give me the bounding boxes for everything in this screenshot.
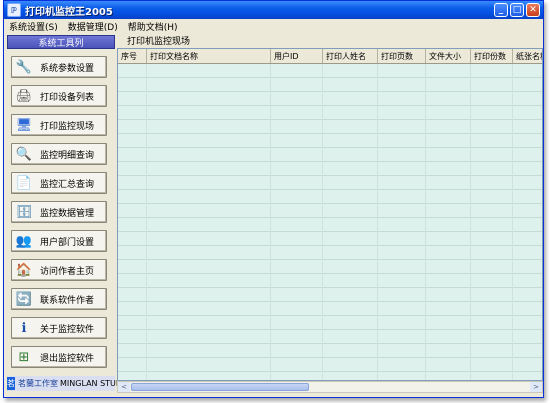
grid-column-divider xyxy=(512,64,513,380)
sidebar-button-label: 访问作者主页 xyxy=(40,266,95,277)
sidebar-button-label: 监控明细查询 xyxy=(40,150,95,161)
home-icon: 🏠 xyxy=(15,262,33,278)
sidebar-button-contact-author[interactable]: 🔄 联系软件作者 xyxy=(11,288,107,310)
sidebar-button-label: 打印监控现场 xyxy=(40,121,95,132)
maximize-button[interactable]: □ xyxy=(510,3,524,17)
grid-column-divider xyxy=(377,64,378,380)
menu-bar: 系统设置(S) 数据管理(D) 帮助文档(H) xyxy=(4,19,543,33)
exit-icon: ⊞ xyxy=(18,349,30,365)
menu-help[interactable]: 帮助文档(H) xyxy=(123,20,183,33)
info-icon: ℹ xyxy=(21,320,27,336)
sidebar-button-label: 联系软件作者 xyxy=(40,295,95,306)
database-icon: 🗄 xyxy=(15,204,33,220)
printer-app-icon[interactable]: ℙ xyxy=(7,3,21,17)
grid-body[interactable] xyxy=(118,64,542,380)
sidebar-header: 系统工具列 xyxy=(7,35,115,49)
sidebar-button-label: 用户部门设置 xyxy=(40,237,95,248)
monitor-icon: 🖥 xyxy=(15,117,33,133)
sidebar-button-label: 监控汇总查询 xyxy=(40,179,95,190)
tab-print-monitor[interactable]: 打印机监控现场 xyxy=(121,34,197,47)
sidebar-button-label: 退出监控软件 xyxy=(40,353,95,364)
column-header[interactable]: 文件大小 xyxy=(426,49,471,63)
sidebar-button-data-management[interactable]: 🗄 监控数据管理 xyxy=(11,201,107,223)
contact-icon: 🔄 xyxy=(15,291,33,307)
printer-icon: 🖨 xyxy=(15,88,33,104)
sidebar-button-detail-query[interactable]: 🔍 监控明细查询 xyxy=(11,143,107,165)
grid-column-divider xyxy=(146,64,147,380)
window-title: 打印机监控王2005 xyxy=(25,6,113,18)
horizontal-scrollbar[interactable]: < > xyxy=(117,381,543,393)
scroll-right-arrow[interactable]: > xyxy=(530,382,542,392)
menu-data-management[interactable]: 数据管理(D) xyxy=(63,20,123,33)
grid-column-divider xyxy=(470,64,471,380)
sidebar-button-author-homepage[interactable]: 🏠 访问作者主页 xyxy=(11,259,107,281)
close-button[interactable]: ✕ xyxy=(526,3,540,17)
magnifier-icon: 🔍 xyxy=(15,146,33,162)
column-header[interactable]: 打印页数 xyxy=(378,49,426,63)
sidebar-button-label: 打印设备列表 xyxy=(40,92,95,103)
grid-column-divider xyxy=(322,64,323,380)
sidebar-button-about[interactable]: ℹ 关于监控软件 xyxy=(11,317,107,339)
sidebar-button-printer-list[interactable]: 🖨 打印设备列表 xyxy=(11,85,107,107)
column-header[interactable]: 打印份数 xyxy=(471,49,513,63)
column-header[interactable]: 序号 xyxy=(118,49,147,63)
tools-icon: 🔧 xyxy=(15,59,33,75)
studio-logo-icon: 茗 xyxy=(7,377,15,390)
studio-name-cn: 茗蘭工作室 xyxy=(18,379,58,388)
sidebar-button-summary-query[interactable]: 📄 监控汇总查询 xyxy=(11,172,107,194)
minimize-button[interactable]: _ xyxy=(494,3,508,17)
sidebar-button-system-settings[interactable]: 🔧 系统参数设置 xyxy=(11,56,107,78)
main-window: ℙ 打印机监控王2005 _ □ ✕ 系统设置(S) 数据管理(D) 帮助文档(… xyxy=(3,0,544,398)
print-job-grid[interactable]: 序号打印文档名称用户ID打印人姓名打印页数文件大小打印份数纸张名称 xyxy=(117,48,543,381)
scroll-thumb[interactable] xyxy=(131,383,309,391)
sidebar-button-print-monitor[interactable]: 🖥 打印监控现场 xyxy=(11,114,107,136)
column-header[interactable]: 用户ID xyxy=(271,49,323,63)
column-header[interactable]: 纸张名称 xyxy=(513,49,542,63)
sidebar-button-label: 监控数据管理 xyxy=(40,208,95,219)
grid-header: 序号打印文档名称用户ID打印人姓名打印页数文件大小打印份数纸张名称 xyxy=(118,49,542,64)
scroll-left-arrow[interactable]: < xyxy=(118,382,130,392)
sidebar-button-label: 关于监控软件 xyxy=(40,324,95,335)
sidebar-button-exit[interactable]: ⊞ 退出监控软件 xyxy=(11,346,107,368)
grid-column-divider xyxy=(270,64,271,380)
column-header[interactable]: 打印人姓名 xyxy=(323,49,378,63)
menu-system-settings[interactable]: 系统设置(S) xyxy=(4,20,63,33)
window-controls: _ □ ✕ xyxy=(494,3,540,17)
document-icon: 📄 xyxy=(15,175,33,191)
sidebar-button-user-department[interactable]: 👥 用户部门设置 xyxy=(11,230,107,252)
grid-column-divider xyxy=(425,64,426,380)
main-panel: 打印机监控现场 序号 打印文档名称 用户ID 打印人姓名 打印页数 文件大小 打印份数 纸张名… xyxy=(117,33,543,395)
sidebar-button-label: 系统参数设置 xyxy=(40,63,95,74)
title-bar[interactable]: ℙ 打印机监控王2005 _ □ ✕ xyxy=(4,1,543,19)
column-header[interactable]: 打印文档名称 xyxy=(147,49,271,63)
users-icon: 👥 xyxy=(15,233,33,249)
studio-logo: 茗 茗蘭工作室 MINGLAN STUDIO xyxy=(7,376,131,391)
